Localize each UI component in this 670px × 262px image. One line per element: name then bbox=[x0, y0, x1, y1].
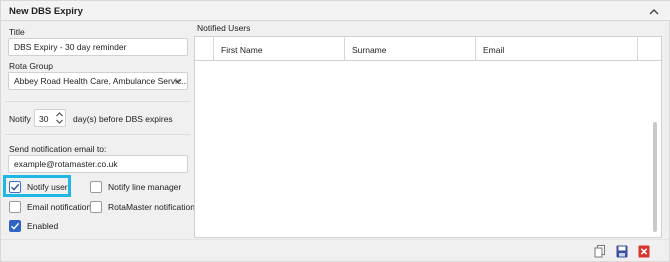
copy-icon[interactable] bbox=[594, 245, 606, 258]
highlight-box bbox=[3, 175, 71, 197]
notify-prefix-label: Notify bbox=[9, 114, 31, 124]
chevron-up-icon bbox=[649, 8, 659, 14]
chevron-down-icon[interactable] bbox=[55, 118, 64, 125]
enabled-checkbox[interactable]: Enabled bbox=[9, 218, 58, 234]
notify-line-manager-checkbox[interactable]: Notify line manager bbox=[90, 179, 181, 195]
notify-suffix-label: day(s) before DBS expires bbox=[73, 114, 173, 124]
vertical-scrollbar[interactable] bbox=[653, 122, 657, 232]
dbs-expiry-panel: New DBS Expiry Title DBS Expiry - 30 day… bbox=[0, 0, 670, 262]
checkbox[interactable] bbox=[9, 220, 21, 232]
email-label: Send notification email to: bbox=[9, 144, 107, 154]
email-input[interactable]: example@rotamaster.co.uk bbox=[8, 155, 188, 173]
title-input[interactable]: DBS Expiry - 30 day reminder bbox=[8, 38, 188, 56]
column-header-spacer bbox=[637, 37, 661, 61]
delete-icon[interactable] bbox=[638, 245, 650, 258]
email-notification-checkbox[interactable]: Email notification bbox=[9, 199, 91, 215]
notified-users-section: Notified Users First Name Surname Email bbox=[194, 21, 664, 239]
checkbox[interactable] bbox=[90, 181, 102, 193]
notify-days-value: 30 bbox=[39, 114, 49, 124]
rota-group-select[interactable]: Abbey Road Health Care, Ambulance Servic… bbox=[8, 72, 188, 90]
divider bbox=[5, 134, 190, 135]
notified-users-grid[interactable]: First Name Surname Email bbox=[194, 36, 662, 238]
rota-group-value: Abbey Road Health Care, Ambulance Servic… bbox=[14, 76, 188, 86]
footer-divider bbox=[1, 239, 670, 240]
rota-group-label: Rota Group bbox=[9, 61, 53, 71]
collapse-button[interactable] bbox=[646, 3, 662, 19]
checkbox[interactable] bbox=[90, 201, 102, 213]
checkbox[interactable] bbox=[9, 201, 21, 213]
checkmark-icon bbox=[11, 222, 20, 230]
rotamaster-notification-checkbox[interactable]: RotaMaster notification bbox=[90, 199, 195, 215]
chevron-up-icon[interactable] bbox=[55, 111, 64, 118]
email-notification-label: Email notification bbox=[27, 202, 92, 212]
column-header-first-name[interactable]: First Name bbox=[213, 37, 344, 61]
notify-days-stepper[interactable]: 30 bbox=[34, 109, 66, 127]
title-label: Title bbox=[9, 27, 25, 37]
rotamaster-notification-label: RotaMaster notification bbox=[108, 202, 195, 212]
panel-header: New DBS Expiry bbox=[1, 1, 670, 21]
grid-header: First Name Surname Email bbox=[195, 37, 661, 61]
column-header-surname[interactable]: Surname bbox=[344, 37, 475, 61]
panel-title: New DBS Expiry bbox=[9, 6, 83, 17]
notified-users-title: Notified Users bbox=[197, 23, 251, 33]
column-header-email[interactable]: Email bbox=[475, 37, 637, 61]
save-icon[interactable] bbox=[616, 245, 628, 258]
enabled-label: Enabled bbox=[27, 221, 59, 231]
divider bbox=[5, 101, 190, 102]
notify-line-manager-label: Notify line manager bbox=[108, 182, 182, 192]
chevron-down-icon bbox=[174, 79, 182, 84]
